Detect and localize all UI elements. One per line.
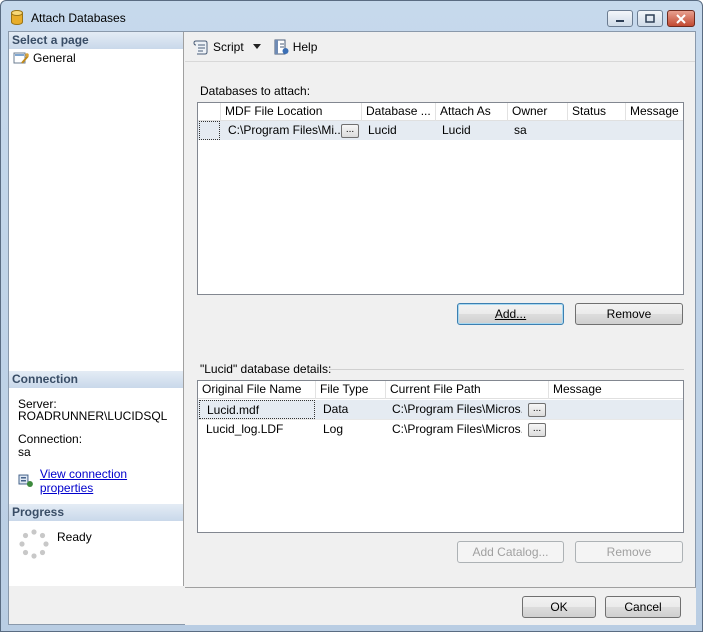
- message-cell: [628, 121, 684, 140]
- col-details-message[interactable]: Message: [549, 381, 684, 399]
- connection-header: Connection: [9, 371, 183, 388]
- col-status[interactable]: Status: [568, 103, 626, 121]
- browse-mdf-button[interactable]: ...: [341, 124, 359, 138]
- row-selector[interactable]: [199, 121, 220, 140]
- file-name-cell: Lucid_log.LDF: [206, 422, 284, 436]
- file-message-cell: [551, 400, 684, 419]
- title-bar: Attach Databases: [1, 1, 702, 31]
- attach-as-cell[interactable]: Lucid: [438, 121, 508, 140]
- ok-button[interactable]: OK: [522, 596, 596, 618]
- col-database-name[interactable]: Database ...: [362, 103, 436, 121]
- help-button[interactable]: Help: [273, 36, 318, 58]
- server-value: ROADRUNNER\LUCIDSQL: [18, 409, 168, 423]
- databases-to-attach-label: Databases to attach:: [200, 84, 311, 98]
- col-attach-as[interactable]: Attach As: [436, 103, 508, 121]
- connection-label: Connection:: [18, 432, 83, 446]
- databases-to-attach-grid: MDF File Location Database ... Attach As…: [197, 102, 684, 295]
- remove-button-label: Remove: [606, 307, 652, 321]
- col-message[interactable]: Message: [626, 103, 684, 121]
- details-remove-label: Remove: [606, 545, 652, 559]
- database-name-cell: Lucid: [368, 123, 397, 137]
- select-page-header: Select a page: [9, 32, 183, 49]
- cancel-label: Cancel: [624, 600, 662, 614]
- col-file-type[interactable]: File Type: [316, 381, 386, 399]
- status-cell: [570, 121, 626, 140]
- maximize-icon: [645, 14, 655, 23]
- page-item-label: General: [33, 50, 76, 65]
- add-button-label: Add...: [494, 307, 527, 321]
- owner-cell[interactable]: sa: [510, 121, 568, 140]
- table-row[interactable]: C:\Program Files\Mi... ... Lucid Lucid s…: [198, 121, 683, 140]
- dialog-client: Select a page General Connection Server:…: [8, 31, 696, 625]
- view-connection-properties-link[interactable]: View connection properties: [18, 467, 183, 495]
- chevron-down-icon[interactable]: [252, 43, 261, 50]
- add-catalog-label: Add Catalog...: [472, 545, 549, 559]
- minimize-button[interactable]: [607, 10, 633, 27]
- toolbar: Script Help: [185, 32, 695, 62]
- browse-path-button[interactable]: ...: [528, 423, 546, 437]
- cancel-button[interactable]: Cancel: [605, 596, 681, 618]
- attach-databases-window: Attach Databases Select a page General C…: [0, 0, 703, 632]
- general-page: Databases to attach: MDF File Location D…: [185, 68, 695, 586]
- page-wrench-icon: [13, 52, 29, 64]
- details-grid-header: Original File Name File Type Current Fil…: [198, 381, 683, 399]
- close-icon: [676, 13, 686, 24]
- minimize-icon: [616, 19, 624, 22]
- details-remove-button[interactable]: Remove: [575, 541, 683, 563]
- help-label: Help: [292, 39, 318, 54]
- add-catalog-button[interactable]: Add Catalog...: [457, 541, 564, 563]
- file-message-cell: [551, 420, 684, 439]
- col-mdf-file-location[interactable]: MDF File Location: [221, 103, 362, 121]
- table-row[interactable]: Lucid_log.LDF Log C:\Program Files\Micro…: [198, 419, 683, 438]
- script-label: Script: [213, 39, 244, 54]
- view-connection-properties-label: View connection properties: [39, 467, 128, 495]
- file-type-cell: Data: [323, 402, 349, 416]
- col-current-file-path[interactable]: Current File Path: [386, 381, 549, 399]
- left-pane: Select a page General Connection Server:…: [9, 32, 184, 586]
- window-title: Attach Databases: [31, 11, 126, 25]
- database-details-grid: Original File Name File Type Current Fil…: [197, 380, 684, 533]
- row-selector-header: [198, 103, 221, 121]
- table-row[interactable]: Lucid.mdf Data C:\Program Files\Micros..…: [198, 400, 683, 419]
- remove-button[interactable]: Remove: [575, 303, 683, 325]
- server-properties-icon: [18, 474, 33, 487]
- maximize-button[interactable]: [637, 10, 663, 27]
- file-path-cell: C:\Program Files\Micros...: [392, 402, 522, 416]
- connection-value: sa: [18, 445, 31, 459]
- help-icon: [274, 39, 289, 54]
- dialog-footer: OK Cancel: [185, 587, 696, 625]
- database-details-label: "Lucid" database details:: [200, 362, 332, 376]
- add-button[interactable]: Add...: [457, 303, 564, 325]
- file-name-cell: Lucid.mdf: [199, 400, 315, 419]
- close-button[interactable]: [667, 10, 695, 27]
- script-button[interactable]: Script: [193, 36, 261, 58]
- details-separator: [329, 369, 684, 370]
- database-icon: [11, 10, 23, 25]
- progress-spinner-icon: [19, 529, 49, 559]
- file-type-cell: Log: [323, 422, 344, 436]
- mdf-location-cell: C:\Program Files\Mi...: [228, 123, 342, 137]
- progress-status: Ready: [57, 530, 92, 544]
- col-owner[interactable]: Owner: [508, 103, 568, 121]
- attach-grid-header: MDF File Location Database ... Attach As…: [198, 103, 683, 121]
- file-path-cell: C:\Program Files\Micros...: [392, 422, 522, 436]
- browse-path-button[interactable]: ...: [528, 403, 546, 417]
- ok-label: OK: [550, 600, 568, 614]
- col-original-file-name[interactable]: Original File Name: [198, 381, 316, 399]
- script-icon: [193, 40, 208, 54]
- progress-header: Progress: [9, 504, 183, 521]
- page-item-general[interactable]: General: [13, 49, 76, 66]
